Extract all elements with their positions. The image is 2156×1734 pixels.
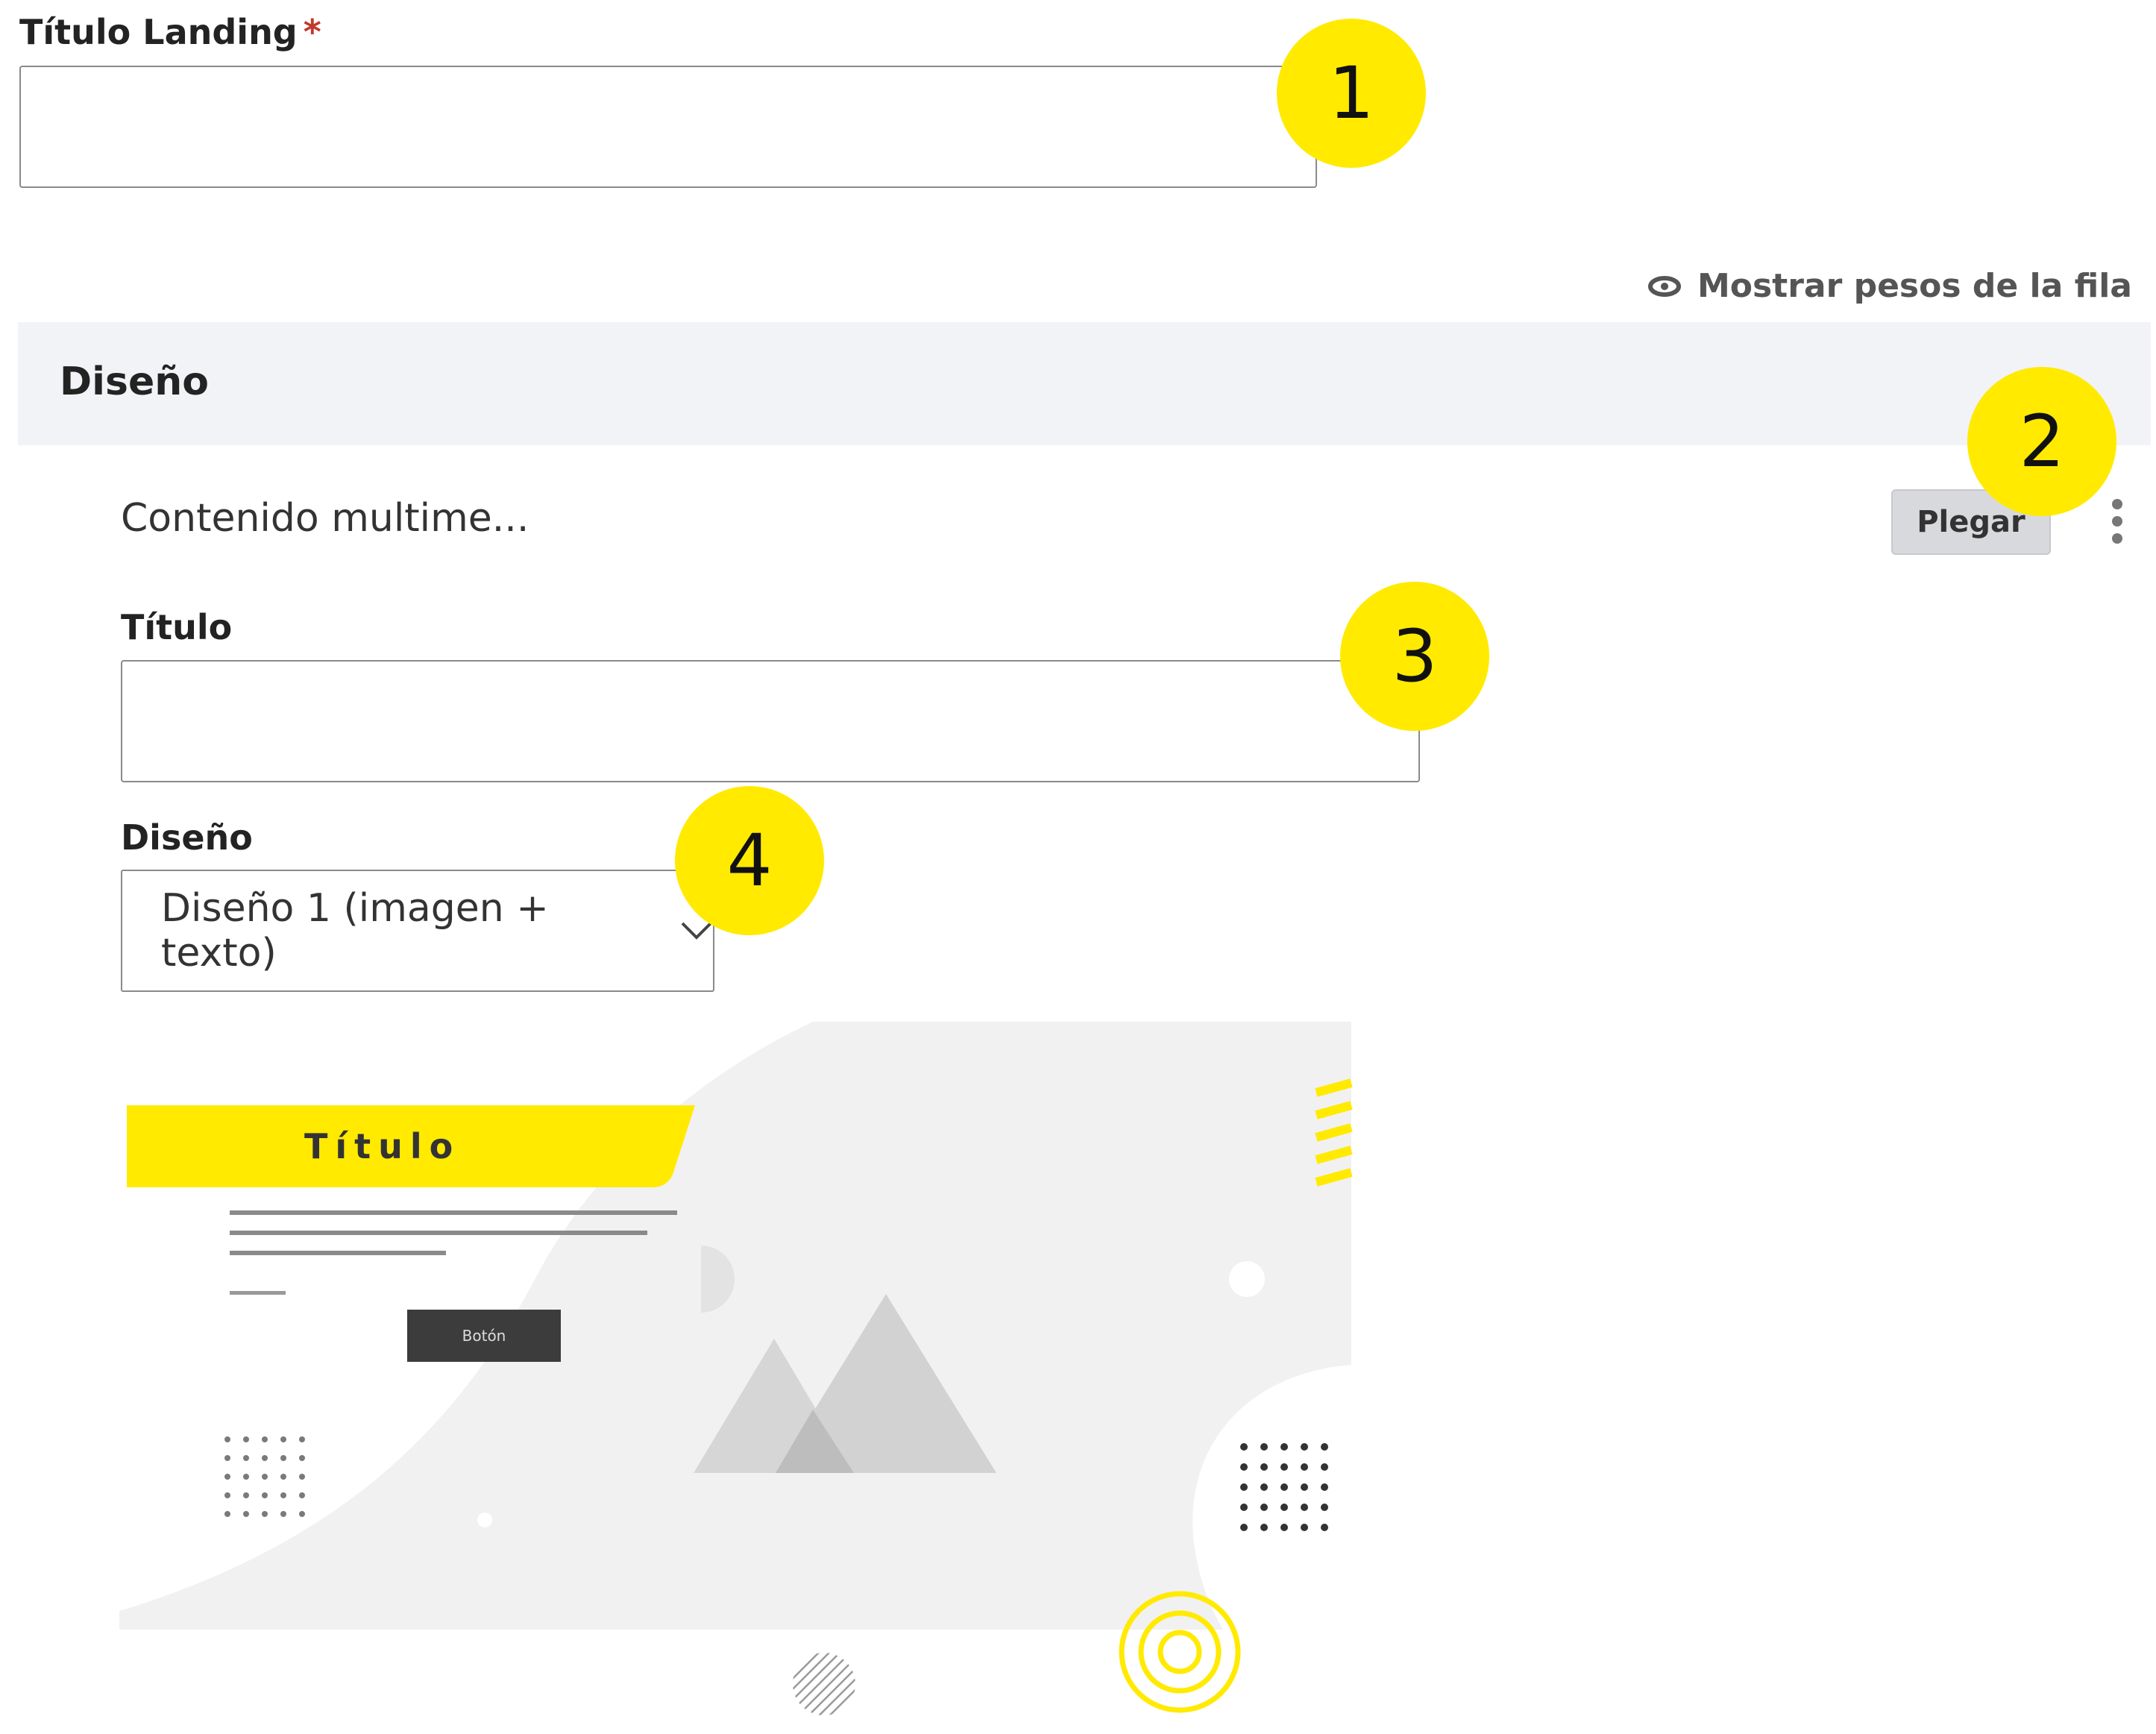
paragraph-title-input[interactable] [121, 660, 1420, 782]
annotation-badge-2: 2 [1967, 367, 2116, 516]
show-row-weights-link[interactable]: Mostrar pesos de la fila [1647, 267, 2132, 305]
design-select-value: Diseño 1 (imagen + texto) [161, 886, 549, 976]
annotation-badge-4: 4 [675, 786, 824, 935]
kebab-dot [2112, 499, 2122, 509]
required-mark: * [303, 12, 321, 52]
design-select-label: Diseño [121, 817, 253, 858]
paragraph-type-name: Contenido multime... [121, 496, 529, 541]
design-preview-image: Título Botón [119, 1022, 1372, 1734]
section-header [18, 322, 2151, 445]
kebab-dot [2112, 516, 2122, 527]
show-row-weights-label: Mostrar pesos de la fila [1697, 267, 2132, 305]
kebab-menu-icon[interactable] [2108, 499, 2126, 544]
annotation-badge-1: 1 [1277, 19, 1426, 168]
kebab-dot [2112, 533, 2122, 544]
preview-title: Título [304, 1126, 461, 1166]
design-select[interactable]: Diseño 1 (imagen + texto) [121, 870, 714, 992]
paragraph-title-label: Título [121, 607, 233, 647]
preview-button: Botón [407, 1310, 561, 1362]
landing-title-label: Título Landing * [19, 12, 321, 52]
annotation-badge-3: 3 [1340, 582, 1489, 731]
eye-icon [1647, 275, 1681, 297]
section-title: Diseño [60, 359, 209, 404]
landing-title-input[interactable] [19, 66, 1317, 188]
landing-title-label-text: Título Landing [19, 12, 298, 52]
